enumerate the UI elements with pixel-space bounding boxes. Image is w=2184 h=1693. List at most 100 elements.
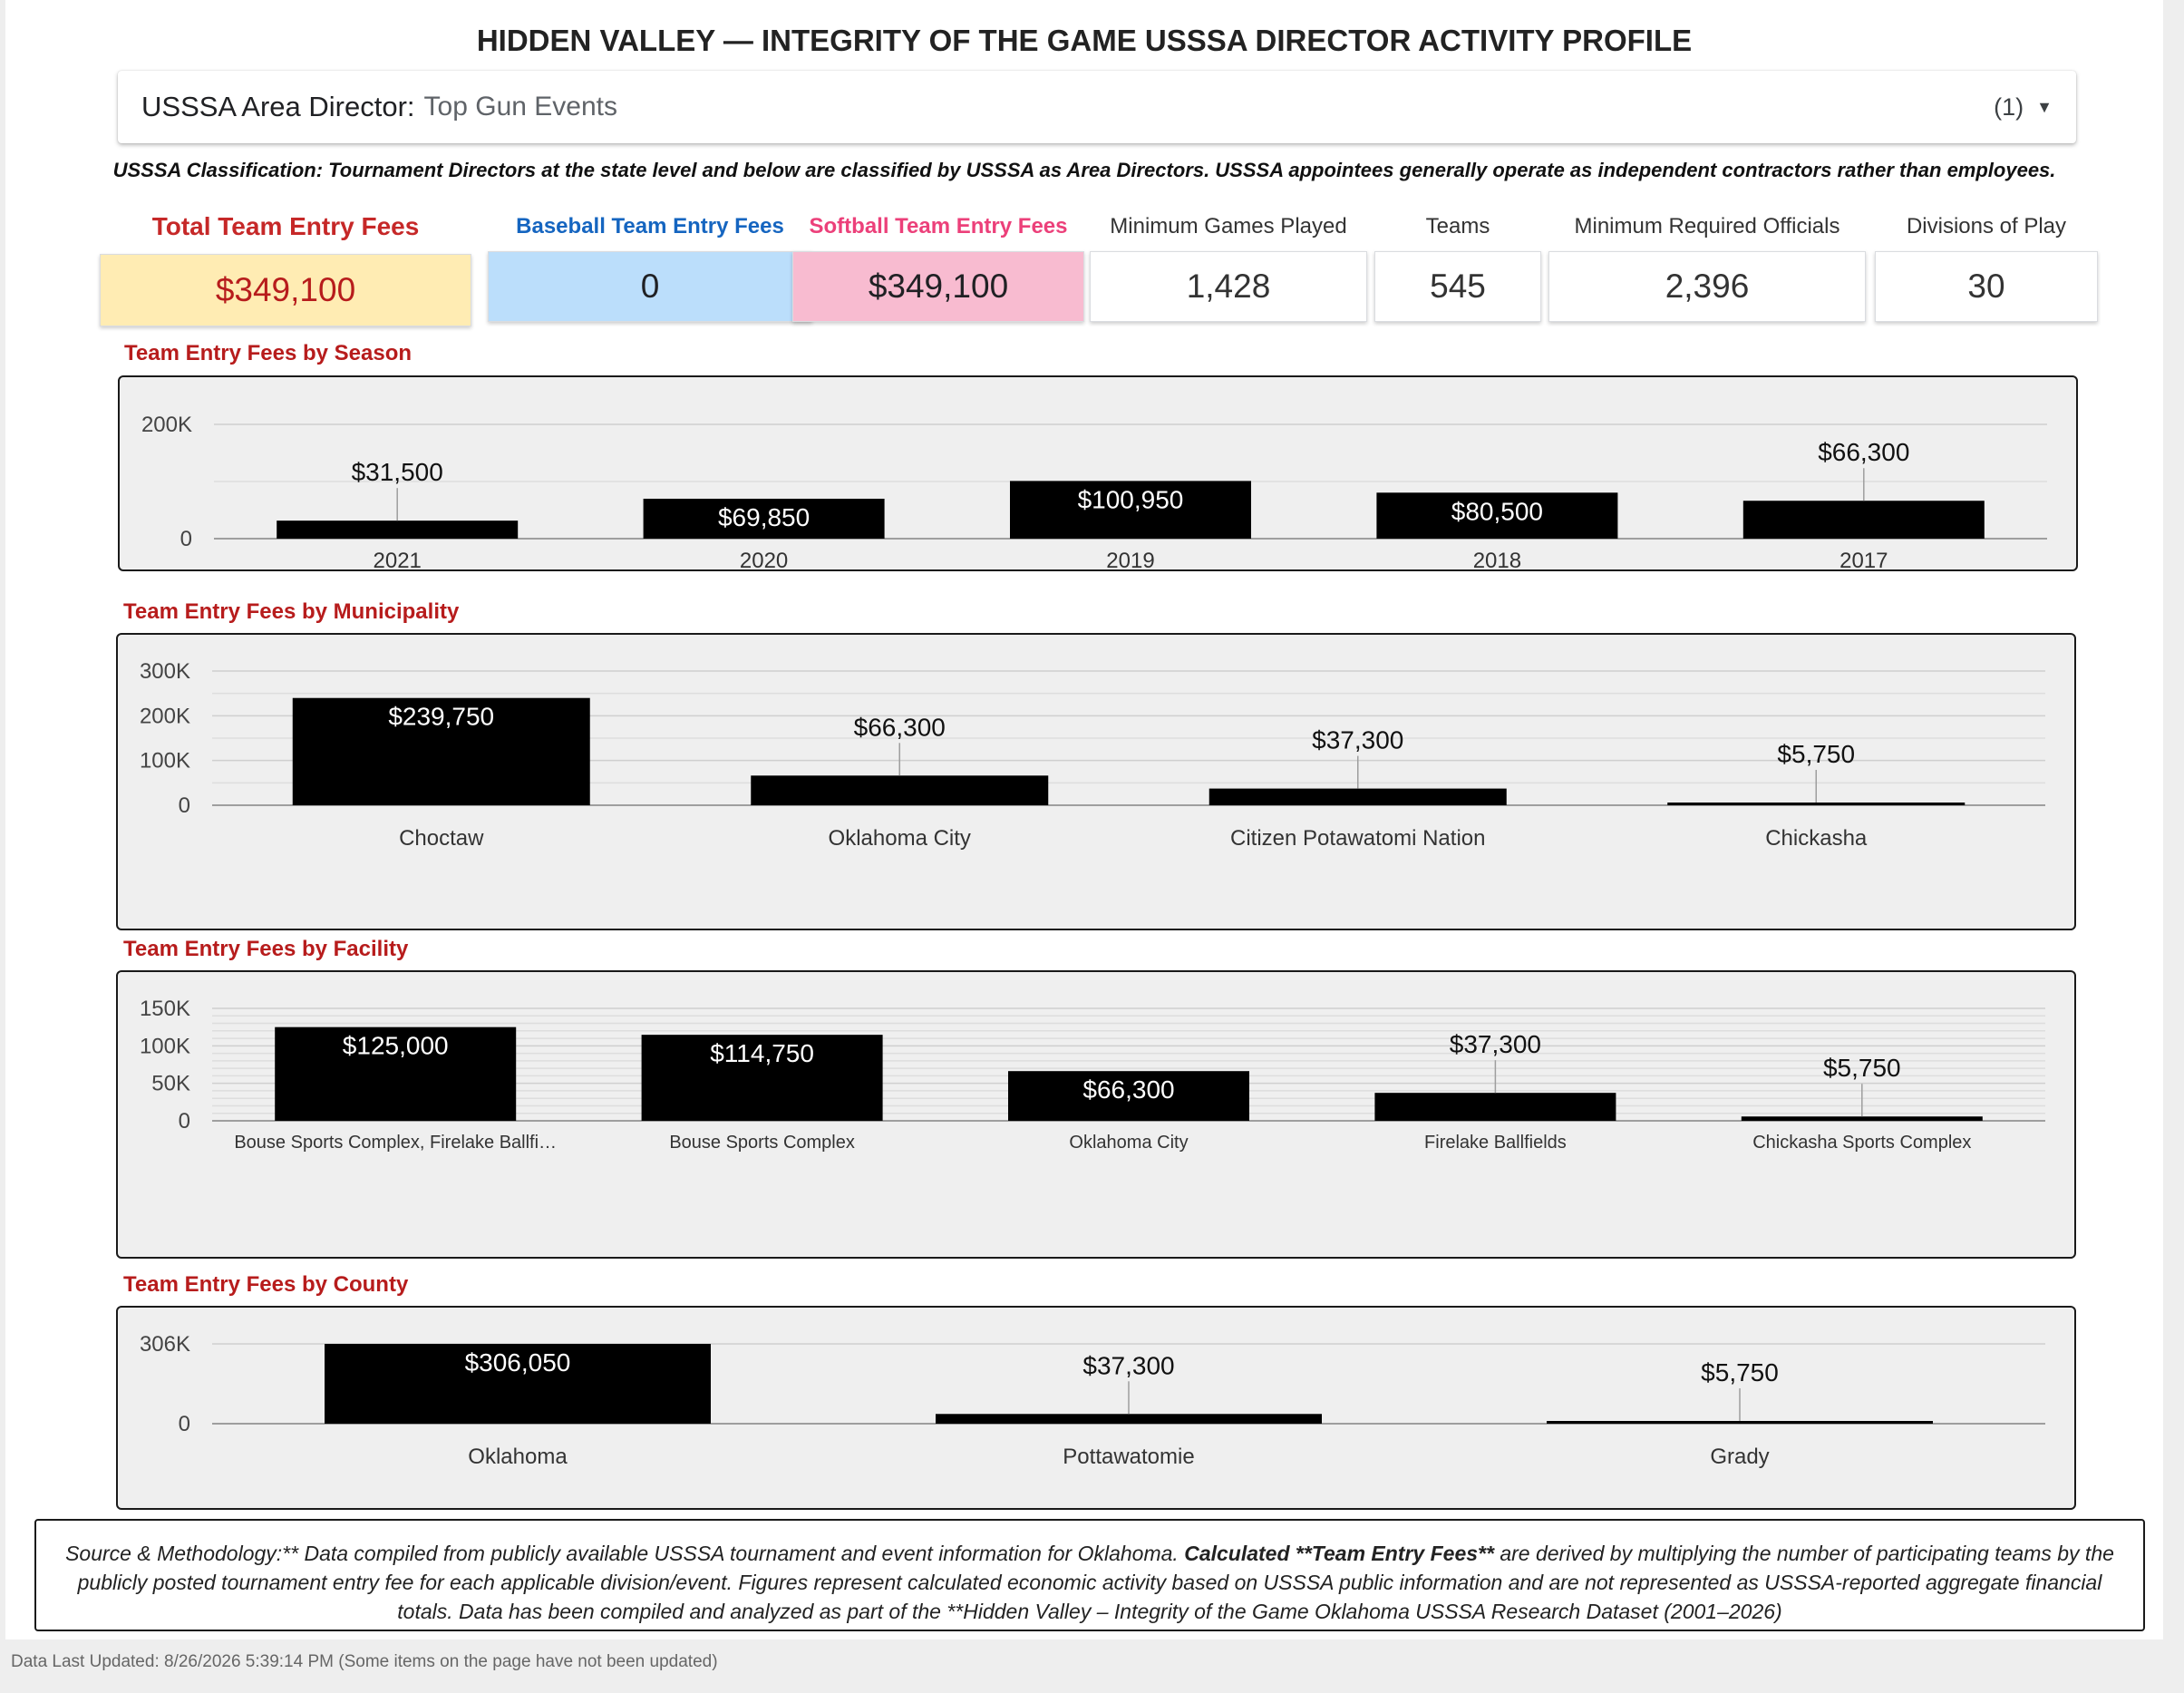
category-label: Grady [1710, 1445, 1769, 1469]
y-tick-label: 100K [140, 1034, 190, 1058]
y-tick-label: 200K [141, 413, 192, 437]
methodology-text-bold: Calculated **Team Entry Fees** [1184, 1542, 1494, 1565]
kpi-total-fees: Total Team Entry Fees $349,100 [100, 210, 471, 326]
data-label: $5,750 [1777, 740, 1855, 768]
kpi-value-min-officials: 2,396 [1548, 251, 1866, 322]
y-tick-label: 50K [151, 1072, 190, 1096]
kpi-value-softball-fees: $349,100 [792, 251, 1084, 322]
data-label: $125,000 [343, 1032, 449, 1060]
category-label: Bouse Sports Complex, Firelake Ballfi… [234, 1133, 557, 1153]
y-tick-label: 0 [179, 793, 190, 818]
classification-note: USSSA Classification: Tournament Directo… [112, 159, 2056, 181]
category-label: Pottawatomie [1063, 1445, 1194, 1469]
kpi-min-games: Minimum Games Played 1,428 [1090, 210, 1367, 322]
chart-season: 200K 0 $31,500 2021 $69,850 2020 $100,950 2019 $… [118, 375, 2078, 571]
director-filter-count: (1) [1994, 92, 2024, 121]
category-label: 2021 [374, 549, 422, 569]
bar [1741, 1116, 1983, 1121]
y-tick-label: 0 [179, 1109, 190, 1134]
category-label: Oklahoma [468, 1445, 568, 1469]
data-label: $37,300 [1450, 1030, 1541, 1058]
kpi-min-officials: Minimum Required Officials 2,396 [1548, 210, 1866, 322]
last-updated-text: Data Last Updated: 8/26/2026 5:39:14 PM … [11, 1652, 718, 1671]
category-label: 2019 [1106, 549, 1154, 569]
kpi-value-total-fees: $349,100 [100, 254, 471, 326]
data-label: $66,300 [854, 713, 946, 741]
bar [277, 521, 519, 539]
y-tick-label: 306K [140, 1332, 190, 1357]
data-label: $306,050 [465, 1348, 571, 1377]
kpi-label-baseball-fees: Baseball Team Entry Fees [516, 214, 784, 238]
bar [751, 775, 1049, 805]
kpi-label-total-fees: Total Team Entry Fees [151, 212, 420, 240]
kpi-label-softball-fees: Softball Team Entry Fees [809, 214, 1068, 238]
bar [1667, 803, 1966, 805]
kpi-value-teams: 545 [1374, 251, 1541, 322]
methodology-note: Source & Methodology:** Data compiled fr… [34, 1519, 2145, 1631]
data-label: $5,750 [1701, 1358, 1779, 1387]
bar [1547, 1421, 1933, 1424]
y-tick-label: 0 [179, 1412, 190, 1436]
kpi-baseball-fees: Baseball Team Entry Fees 0 [488, 210, 812, 322]
y-tick-label: 150K [140, 997, 190, 1021]
kpi-label-teams: Teams [1425, 214, 1490, 238]
chart-title-county: Team Entry Fees by County [123, 1272, 409, 1297]
data-label: $114,750 [710, 1039, 814, 1067]
kpi-label-min-games: Minimum Games Played [1110, 214, 1347, 238]
director-filter-label: USSSA Area Director [141, 91, 407, 122]
bar [1208, 788, 1507, 805]
report-page: HIDDEN VALLEY — INTEGRITY OF THE GAME US… [5, 0, 2163, 1639]
kpi-softball-fees: Softball Team Entry Fees $349,100 [792, 210, 1084, 322]
category-label: Oklahoma City [1069, 1133, 1188, 1153]
category-label: 2017 [1839, 549, 1888, 569]
bar [1742, 501, 1985, 539]
data-label: $80,500 [1451, 497, 1543, 525]
data-label: $66,300 [1082, 1075, 1174, 1104]
data-label: $37,300 [1082, 1351, 1174, 1379]
data-label: $37,300 [1312, 726, 1403, 754]
category-label: Choctaw [399, 826, 484, 851]
chart-title-season: Team Entry Fees by Season [124, 341, 413, 365]
page-title: HIDDEN VALLEY — INTEGRITY OF THE GAME US… [476, 24, 1693, 57]
chart-svg-season: 200K 0 $31,500 2021 $69,850 2020 $100,950 2019 $… [141, 413, 2047, 569]
chart-title-municipality: Team Entry Fees by Municipality [123, 599, 460, 624]
category-label: Citizen Potawatomi Nation [1230, 826, 1485, 851]
director-filter-dropdown[interactable]: USSSA Area Director: Top Gun Events (1) … [118, 71, 2076, 143]
kpi-value-baseball-fees: 0 [488, 251, 812, 322]
category-label: Chickasha Sports Complex [1752, 1133, 1971, 1153]
category-label: Firelake Ballfields [1424, 1133, 1567, 1153]
y-tick-label: 200K [140, 704, 190, 728]
category-label: 2018 [1473, 549, 1521, 569]
methodology-text-1: Source & Methodology:** Data compiled fr… [65, 1542, 1185, 1565]
chart-svg-municipality: 300K 200K 100K 0 $239,750 Choctaw $66,300 Oklah… [140, 659, 2045, 851]
chart-svg-county: 306K 0 $306,050 Oklahoma $37,300 Pottawatomie… [140, 1332, 2045, 1469]
bar [936, 1414, 1322, 1424]
bar [1374, 1093, 1616, 1121]
data-label: $100,950 [1078, 485, 1184, 513]
kpi-value-min-games: 1,428 [1090, 251, 1367, 322]
data-label: $66,300 [1818, 438, 1909, 466]
kpi-value-divisions: 30 [1875, 251, 2098, 322]
category-label: 2020 [740, 549, 788, 569]
data-label: $31,500 [352, 458, 443, 486]
director-filter-value: Top Gun Events [423, 92, 617, 122]
y-tick-label: 100K [140, 749, 190, 774]
kpi-label-divisions: Divisions of Play [1906, 214, 2067, 238]
data-label: $69,850 [718, 503, 810, 531]
y-tick-label: 0 [180, 527, 192, 551]
chart-facility: 150K 100K 50K 0 $125,000 Bouse Sports Complex… [116, 970, 2076, 1259]
chart-county: 306K 0 $306,050 Oklahoma $37,300 Pottawatomie… [116, 1306, 2076, 1510]
caret-down-icon[interactable]: ▼ [2036, 98, 2053, 117]
chart-municipality: 300K 200K 100K 0 $239,750 Choctaw $66,300 Oklah… [116, 633, 2076, 930]
category-label: Bouse Sports Complex [669, 1133, 855, 1153]
data-label: $5,750 [1823, 1054, 1901, 1082]
kpi-label-min-officials: Minimum Required Officials [1574, 214, 1840, 238]
category-label: Chickasha [1765, 826, 1868, 851]
data-label: $239,750 [388, 703, 494, 731]
chart-title-facility: Team Entry Fees by Facility [123, 937, 409, 961]
chart-svg-facility: 150K 100K 50K 0 $125,000 Bouse Sports Complex… [140, 997, 2045, 1153]
director-filter-colon: : [406, 91, 415, 122]
kpi-teams: Teams 545 [1374, 210, 1541, 322]
kpi-divisions: Divisions of Play 30 [1875, 210, 2098, 322]
y-tick-label: 300K [140, 659, 190, 684]
